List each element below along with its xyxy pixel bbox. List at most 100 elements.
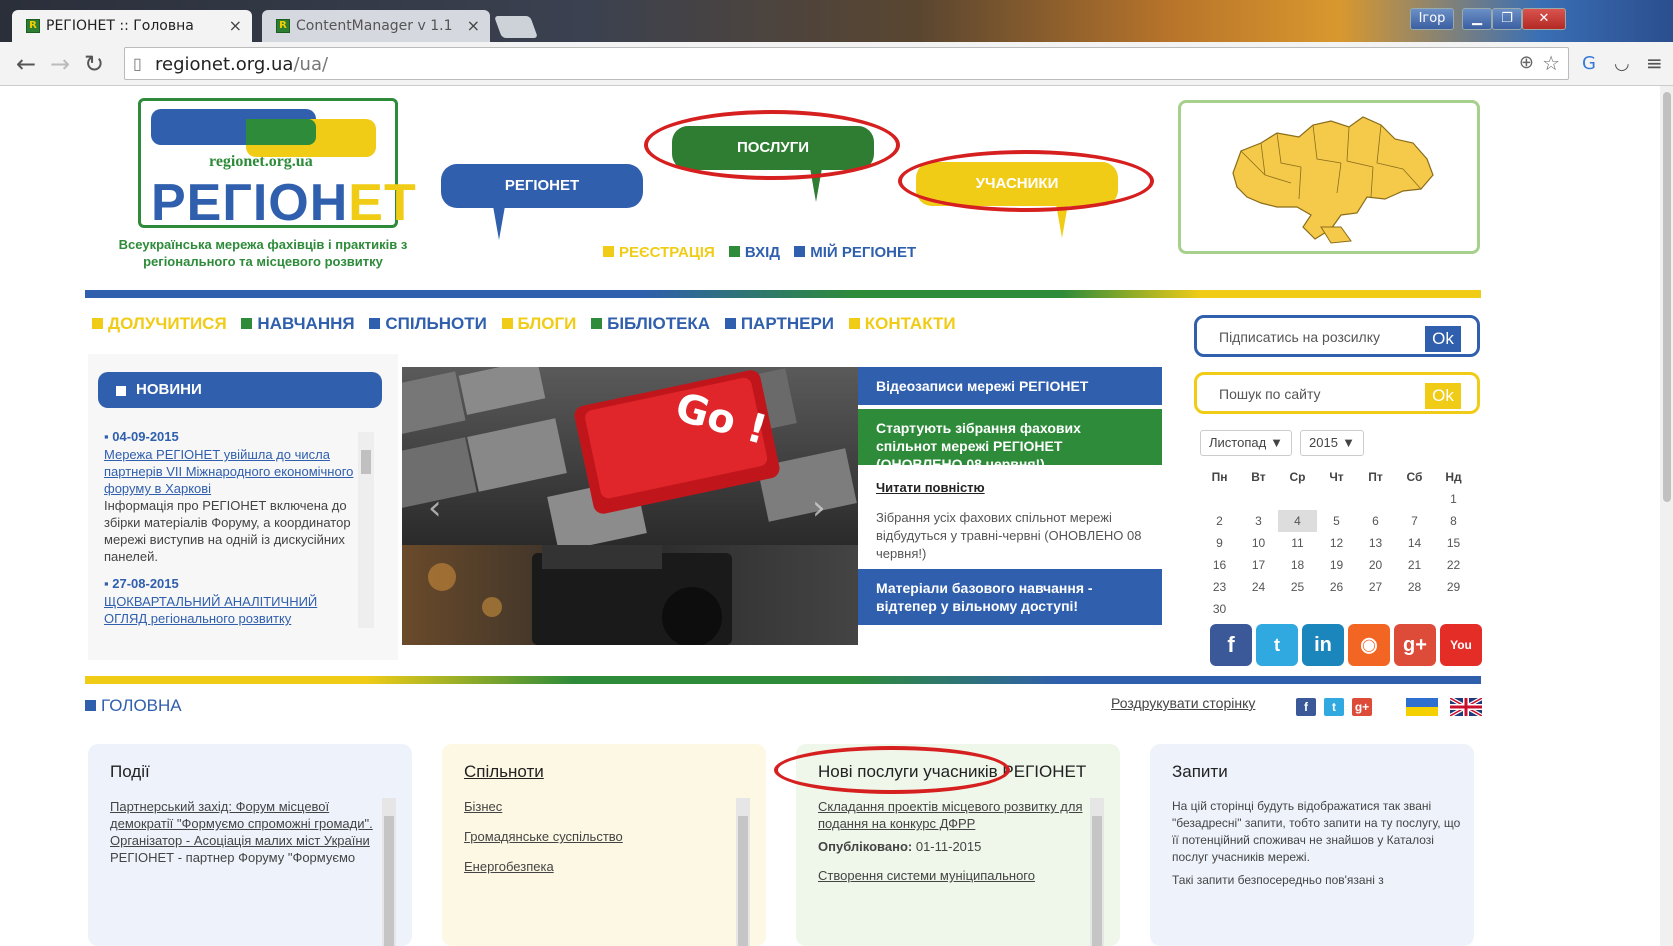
share-twitter-icon[interactable]: t xyxy=(1324,698,1344,716)
communities-title[interactable]: Спільноти xyxy=(464,762,544,782)
scrollbar-thumb[interactable] xyxy=(384,816,394,946)
service-link[interactable]: Створення системи муніципального xyxy=(818,868,1035,883)
calendar-day[interactable]: 22 xyxy=(1434,554,1473,576)
year-select[interactable]: 2015 ▼ xyxy=(1300,430,1364,456)
calendar-day[interactable]: 2 xyxy=(1200,510,1239,532)
calendar-day[interactable]: 11 xyxy=(1278,532,1317,554)
maximize-button[interactable]: ❐ xyxy=(1492,8,1522,30)
calendar-day[interactable]: 1 xyxy=(1434,488,1473,510)
translate-icon[interactable]: G xyxy=(1582,53,1596,74)
share-google-plus-icon[interactable]: g+ xyxy=(1352,698,1372,716)
calendar-day[interactable]: 18 xyxy=(1278,554,1317,576)
tab-regionet[interactable]: R РЕГІОНЕТ :: Головна × xyxy=(12,10,252,42)
calendar-day[interactable]: 9 xyxy=(1200,532,1239,554)
window-close-button[interactable]: ✕ xyxy=(1522,8,1566,30)
menu-item-blogs[interactable]: БЛОГИ xyxy=(501,314,576,333)
back-icon[interactable]: ← xyxy=(16,50,36,78)
calendar-day[interactable]: 26 xyxy=(1317,576,1356,598)
calendar-day[interactable]: 29 xyxy=(1434,576,1473,598)
login-link[interactable]: ВХІД xyxy=(728,244,780,261)
events-scrollbar[interactable] xyxy=(382,798,396,946)
slide-item-materials[interactable]: Матеріали базового навчання - відтепер у… xyxy=(858,569,1162,625)
month-select[interactable]: Листопад ▼ xyxy=(1200,430,1292,456)
menu-item-partners[interactable]: ПАРТНЕРИ xyxy=(724,314,834,333)
register-link[interactable]: РЕЄСТРАЦІЯ xyxy=(603,244,715,261)
search-input[interactable]: Пошук по сайту xyxy=(1219,386,1321,402)
calendar-day[interactable]: 20 xyxy=(1356,554,1395,576)
calendar-day[interactable]: 3 xyxy=(1239,510,1278,532)
regionet-logo[interactable]: regionet.org.ua РЕГІОНЕТ xyxy=(138,98,416,232)
minimize-button[interactable]: ▁ xyxy=(1462,8,1492,30)
calendar-day[interactable]: 21 xyxy=(1395,554,1434,576)
scrollbar-thumb[interactable] xyxy=(1663,92,1671,502)
subscribe-input[interactable]: Підписатись на розсилку xyxy=(1219,329,1380,345)
calendar-day[interactable]: 4 xyxy=(1278,510,1317,532)
news-link[interactable]: Мережа РЕГІОНЕТ увійшла до числа партнер… xyxy=(104,446,360,497)
community-link[interactable]: Енергобезпека xyxy=(464,859,554,874)
menu-item-learning[interactable]: НАВЧАННЯ xyxy=(241,314,355,333)
calendar-day[interactable]: 10 xyxy=(1239,532,1278,554)
menu-item-contacts[interactable]: КОНТАКТИ xyxy=(848,314,956,333)
google-plus-icon[interactable]: g+ xyxy=(1394,624,1436,666)
new-tab-button[interactable] xyxy=(493,16,539,38)
new-services-scrollbar[interactable] xyxy=(1090,798,1104,946)
youtube-icon[interactable]: You xyxy=(1440,624,1482,666)
page-scrollbar[interactable] xyxy=(1660,86,1673,946)
forward-icon[interactable]: → xyxy=(50,50,70,78)
calendar-day[interactable]: 19 xyxy=(1317,554,1356,576)
calendar-day[interactable]: 15 xyxy=(1434,532,1473,554)
print-page-link[interactable]: Роздрукувати сторінку xyxy=(1111,695,1255,711)
calendar-day[interactable]: 30 xyxy=(1200,598,1239,620)
community-link[interactable]: Бізнес xyxy=(464,799,502,814)
profile-button[interactable]: Ігор xyxy=(1410,8,1454,30)
ukrainian-language-flag-icon[interactable] xyxy=(1406,698,1438,716)
calendar-day[interactable]: 24 xyxy=(1239,576,1278,598)
scrollbar-thumb[interactable] xyxy=(361,450,371,474)
calendar-day[interactable]: 6 xyxy=(1356,510,1395,532)
calendar-day[interactable]: 7 xyxy=(1395,510,1434,532)
search-ok-button[interactable]: Ok xyxy=(1425,383,1461,409)
menu-item-communities[interactable]: СПІЛЬНОТИ xyxy=(369,314,487,333)
scrollbar-thumb[interactable] xyxy=(738,816,748,946)
featured-slider[interactable]: Go ! ‹ › xyxy=(402,367,858,645)
community-link[interactable]: Громадянське суспільство xyxy=(464,829,623,844)
menu-item-library[interactable]: БІБЛІОТЕКА xyxy=(591,314,710,333)
event-link[interactable]: Партнерський захід: Форум місцевої демок… xyxy=(110,799,373,848)
communities-scrollbar[interactable] xyxy=(736,798,750,946)
services-bubble-button[interactable]: ПОСЛУГИ xyxy=(672,126,874,202)
twitter-icon[interactable]: t xyxy=(1256,624,1298,666)
menu-item-join[interactable]: ДОЛУЧИТИСЯ xyxy=(92,314,227,333)
close-tab-icon[interactable]: × xyxy=(229,10,242,42)
calendar-day[interactable]: 17 xyxy=(1239,554,1278,576)
calendar-day[interactable]: 16 xyxy=(1200,554,1239,576)
rss-icon[interactable]: ◉ xyxy=(1348,624,1390,666)
regionet-bubble-button[interactable]: РЕГІОНЕТ xyxy=(441,164,643,240)
service-link[interactable]: Складання проектів місцевого розвитку дл… xyxy=(818,799,1082,831)
slider-prev-icon[interactable]: ‹ xyxy=(428,488,442,528)
calendar-day[interactable]: 8 xyxy=(1434,510,1473,532)
pocket-icon[interactable]: ◡ xyxy=(1614,53,1630,74)
my-regionet-link[interactable]: МІЙ РЕГІОНЕТ xyxy=(794,244,916,261)
breadcrumb-home[interactable]: ГОЛОВНА xyxy=(101,696,182,715)
ukraine-map[interactable] xyxy=(1178,100,1480,254)
share-facebook-icon[interactable]: f xyxy=(1296,698,1316,716)
english-language-flag-icon[interactable] xyxy=(1449,696,1483,718)
close-tab-icon[interactable]: × xyxy=(467,10,480,42)
calendar-day[interactable]: 12 xyxy=(1317,532,1356,554)
address-bar[interactable]: ▯ regionet.org.ua/ua/ ⊕ ☆ xyxy=(124,47,1569,80)
subscribe-ok-button[interactable]: Ok xyxy=(1425,326,1461,352)
facebook-icon[interactable]: f xyxy=(1210,624,1252,666)
slide-item-video[interactable]: Відеозаписи мережі РЕГІОНЕТ xyxy=(858,367,1162,405)
slide-item-communities[interactable]: Стартують зібрання фахових спільнот мере… xyxy=(858,409,1162,472)
members-bubble-button[interactable]: УЧАСНИКИ xyxy=(916,162,1118,238)
calendar-day[interactable]: 14 xyxy=(1395,532,1434,554)
calendar-day[interactable]: 5 xyxy=(1317,510,1356,532)
tab-contentmanager[interactable]: R ContentManager v 1.1 × xyxy=(262,10,490,42)
linkedin-icon[interactable]: in xyxy=(1302,624,1344,666)
scrollbar-thumb[interactable] xyxy=(1092,816,1102,946)
menu-icon[interactable]: ≡ xyxy=(1646,51,1663,75)
reload-icon[interactable]: ↻ xyxy=(84,50,104,78)
calendar-day[interactable]: 28 xyxy=(1395,576,1434,598)
slider-next-icon[interactable]: › xyxy=(812,488,826,528)
calendar-day[interactable]: 27 xyxy=(1356,576,1395,598)
